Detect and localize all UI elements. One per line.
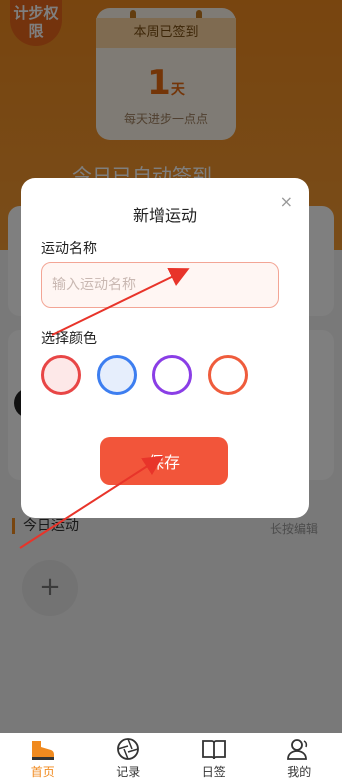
- color-swatch-blue[interactable]: [97, 355, 137, 395]
- tab-records[interactable]: 记录: [86, 733, 172, 783]
- tab-profile[interactable]: 我的: [257, 733, 342, 783]
- tab-home-label: 首页: [30, 765, 55, 779]
- tab-home[interactable]: 首页: [0, 733, 86, 783]
- close-icon[interactable]: ×: [280, 192, 293, 211]
- home-shoe-icon: [31, 741, 54, 760]
- exercise-name-label: 运动名称: [41, 241, 97, 257]
- dialog-title: 新增运动: [132, 206, 197, 225]
- exercise-name-input[interactable]: [41, 262, 279, 308]
- book-icon: [201, 740, 226, 760]
- color-swatch-red[interactable]: [41, 355, 81, 395]
- add-exercise-dialog: 新增运动 × 运动名称 选择颜色 保存: [21, 178, 309, 518]
- shutter-icon: [117, 738, 140, 760]
- tab-profile-label: 我的: [287, 765, 312, 779]
- save-button[interactable]: 保存: [100, 437, 228, 485]
- color-swatch-orange[interactable]: [208, 355, 248, 395]
- color-swatch-purple[interactable]: [152, 355, 192, 395]
- color-select-label: 选择颜色: [41, 331, 97, 347]
- user-icon: [287, 739, 308, 760]
- tab-records-label: 记录: [116, 765, 141, 779]
- tab-daily-sign[interactable]: 日签: [171, 733, 257, 783]
- bottom-tab-bar: 首页 记录 日签 我的: [0, 733, 342, 783]
- tab-daily-sign-label: 日签: [201, 765, 226, 779]
